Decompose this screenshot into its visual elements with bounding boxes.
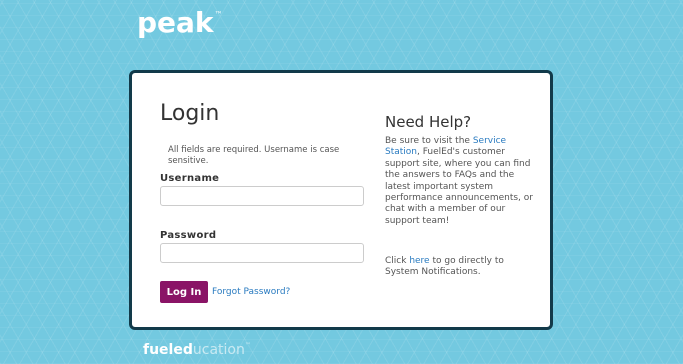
login-title: Login (160, 101, 220, 126)
password-label: Password (160, 230, 217, 241)
trademark-mark: ™ (214, 10, 223, 19)
required-note: All fields are required. Username is cas… (168, 145, 340, 166)
help-text-body: , FuelEd's customer support site, where … (385, 147, 533, 226)
logo-text: peak (137, 6, 214, 39)
notifications-paragraph: Click here to go directly to System Noti… (385, 256, 535, 279)
notifications-text-intro: Click (385, 256, 410, 266)
help-text-intro: Be sure to visit the (385, 136, 473, 146)
footer-logo-bold: fuel (143, 342, 174, 358)
forgot-password-link[interactable]: Forgot Password? (212, 287, 290, 297)
password-input[interactable] (160, 243, 364, 263)
username-input[interactable] (160, 186, 364, 206)
footer-trademark-mark: ™ (244, 342, 251, 349)
fueleducation-logo: fueleducation™ (143, 342, 251, 358)
login-card: Login All fields are required. Username … (129, 70, 553, 330)
help-title: Need Help? (385, 113, 472, 131)
help-paragraph: Be sure to visit the Service Station, Fu… (385, 136, 535, 227)
footer-logo-ed: ed (173, 342, 193, 358)
login-button[interactable]: Log In (160, 281, 208, 303)
footer-logo-light: ucation (192, 342, 245, 358)
username-label: Username (160, 173, 220, 184)
peak-logo: peak™ (137, 9, 223, 37)
notifications-here-link[interactable]: here (409, 256, 429, 266)
